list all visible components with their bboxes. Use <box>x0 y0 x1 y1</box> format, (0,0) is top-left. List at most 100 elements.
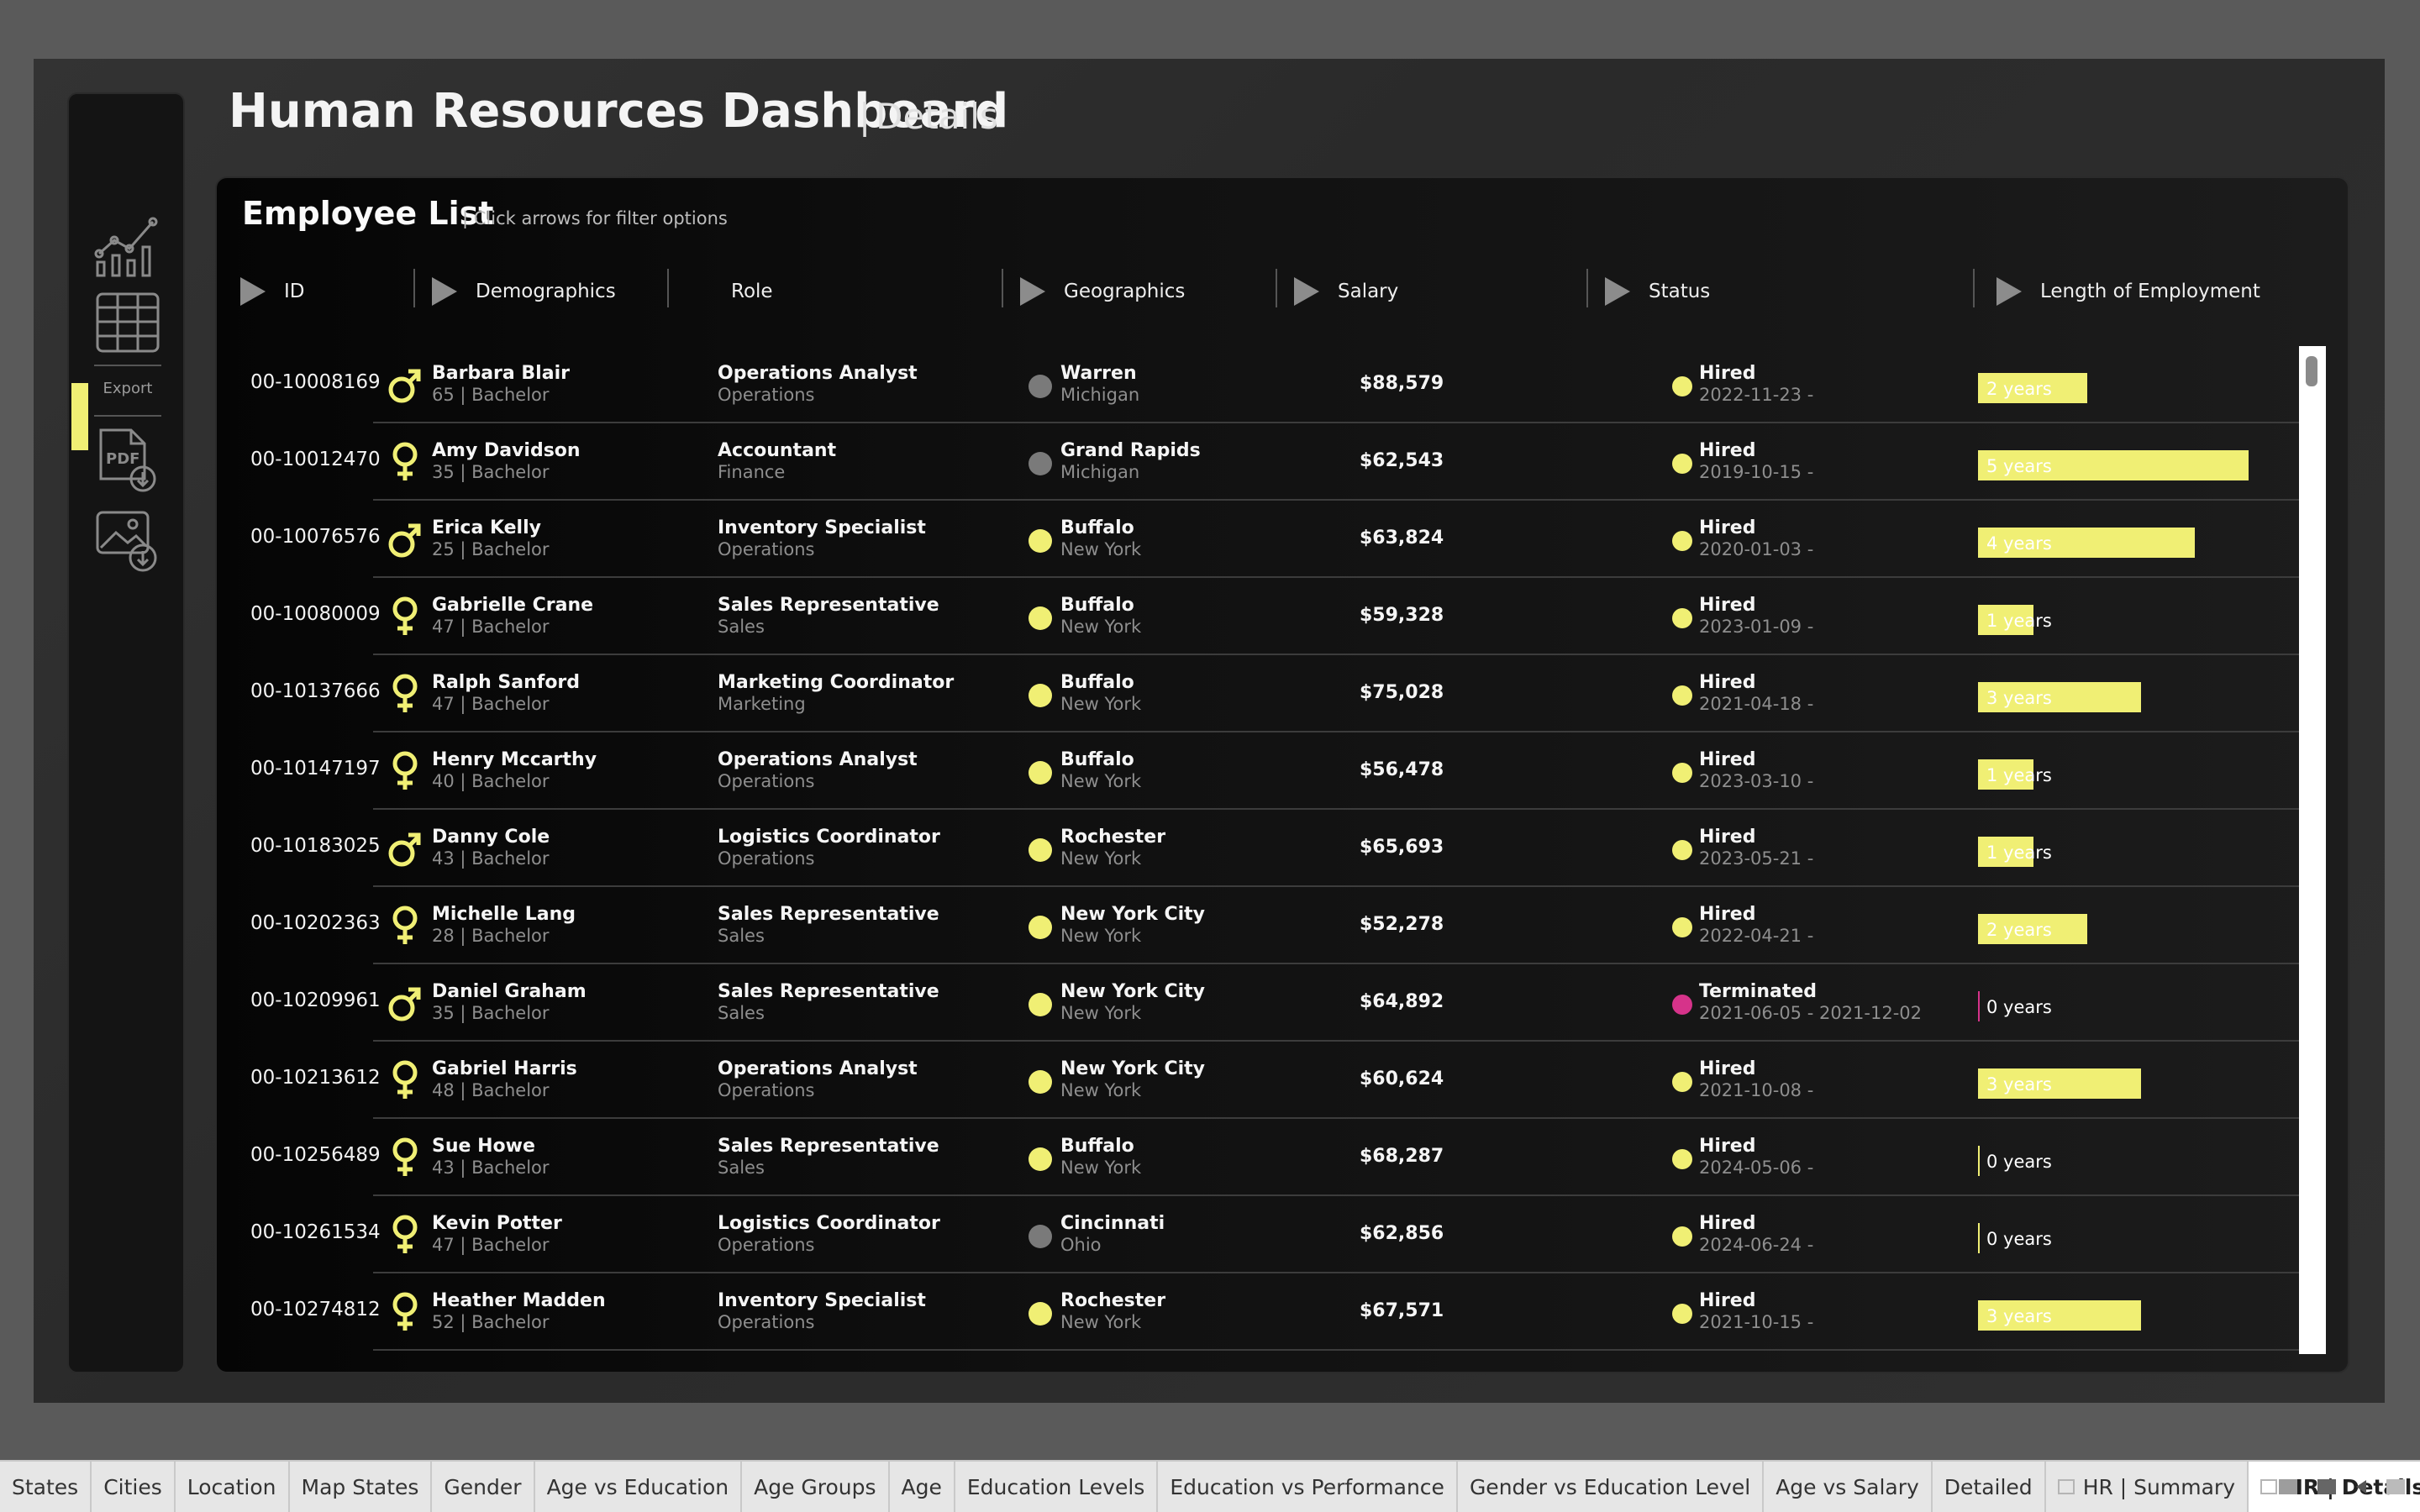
table-row[interactable]: 00-10076576 Erica Kelly 25 | Bachelor Inven… <box>217 501 2301 578</box>
employment-length-bar: 2 years <box>1978 373 2087 403</box>
filter-arrow-icon[interactable] <box>1294 277 1319 306</box>
employment-length-label: 2 years <box>1986 379 2052 399</box>
status-dot <box>1672 1149 1692 1169</box>
scroll-tabs-left-icon[interactable] <box>2356 1480 2366 1494</box>
scrollbar-track[interactable] <box>2299 346 2326 1354</box>
line-chart-icon[interactable] <box>94 210 161 277</box>
location-dot <box>1028 1225 1052 1248</box>
employee-department: Sales <box>718 926 765 946</box>
location-dot <box>1028 993 1052 1016</box>
role-cell: Inventory Specialist Operations <box>718 517 926 559</box>
employee-department: Finance <box>718 462 786 482</box>
sheet-tab[interactable]: Gender vs Education Level <box>1458 1462 1765 1512</box>
demographics-cell: Ralph Sanford 47 | Bachelor <box>432 672 580 714</box>
sheet-tab[interactable]: Detailed <box>1933 1462 2046 1512</box>
employee-salary: $75,028 <box>1360 682 1444 703</box>
single-view-icon[interactable] <box>2317 1479 2336 1494</box>
table-row[interactable]: 00-10274812 Heather Madden 52 | Bachelor In… <box>217 1273 2301 1351</box>
sheet-tab[interactable]: Education vs Performance <box>1158 1462 1458 1512</box>
sheet-tab-label: Gender vs Education Level <box>1469 1474 1751 1499</box>
employee-city: Buffalo <box>1060 595 1134 616</box>
table-row[interactable]: 00-10080009 Gabrielle Crane 47 | Bachelor S… <box>217 578 2301 655</box>
filter-arrow-icon[interactable] <box>1996 277 2022 306</box>
column-header-demographics[interactable]: Demographics <box>432 270 616 312</box>
employee-id: 00-10261534 <box>250 1221 381 1243</box>
image-export-icon[interactable] <box>94 507 161 575</box>
employee-state: Ohio <box>1060 1235 1102 1255</box>
employment-dates: 2023-01-09 - <box>1699 617 1814 637</box>
table-row[interactable]: 00-10137666 Ralph Sanford 47 | Bachelor Mar… <box>217 655 2301 732</box>
employee-department: Sales <box>718 1158 765 1178</box>
employment-dates: 2021-06-05 - 2021-12-02 <box>1699 1003 1923 1023</box>
scrollbar-thumb[interactable] <box>2306 356 2317 386</box>
column-header-id[interactable]: ID <box>240 270 305 312</box>
table-row[interactable]: 00-10008169 Barbara Blair 65 | Bachelor Ope… <box>217 346 2301 423</box>
geographics-cell: Cincinnati Ohio <box>1060 1213 1165 1255</box>
table-row[interactable]: 00-10256489 Sue Howe 43 | Bachelor Sales Re… <box>217 1119 2301 1196</box>
column-header-status[interactable]: Status <box>1605 270 1710 312</box>
geographics-cell: New York City New York <box>1060 981 1205 1023</box>
column-header-length[interactable]: Length of Employment <box>1996 270 2260 312</box>
status-dot <box>1672 608 1692 628</box>
role-cell: Operations Analyst Operations <box>718 749 918 791</box>
employee-id: 00-10076576 <box>250 526 381 548</box>
role-cell: Inventory Specialist Operations <box>718 1290 926 1332</box>
employment-length-label: 0 years <box>1986 997 2052 1017</box>
sheet-tab[interactable]: Age Groups <box>742 1462 890 1512</box>
sheet-tab[interactable]: Cities <box>92 1462 176 1512</box>
female-symbol-icon <box>387 595 424 638</box>
panel-title: Employee List <box>242 195 494 232</box>
table-row[interactable]: 00-10209961 Daniel Graham 35 | Bachelor Sal… <box>217 964 2301 1042</box>
sheet-tab[interactable]: States <box>0 1462 92 1512</box>
table-row[interactable]: 00-10147197 Henry Mccarthy 40 | Bachelor Op… <box>217 732 2301 810</box>
grid-view-icon[interactable] <box>2279 1479 2297 1494</box>
presentation-icon[interactable] <box>2386 1479 2405 1494</box>
employee-status: Hired <box>1699 1136 1756 1157</box>
pdf-export-icon[interactable]: PDF <box>94 427 161 494</box>
table-row[interactable]: 00-10213612 Gabriel Harris 48 | Bachelor Op… <box>217 1042 2301 1119</box>
sheet-tab[interactable]: Location <box>176 1462 290 1512</box>
employee-state: Michigan <box>1060 462 1140 482</box>
subtitle-text: Details <box>876 96 998 137</box>
column-header-geographics[interactable]: Geographics <box>1020 270 1185 312</box>
employee-list-panel: Employee List | Click arrows for filter … <box>215 176 2349 1373</box>
employee-name: Michelle Lang <box>432 904 576 925</box>
filter-arrow-icon[interactable] <box>240 277 266 306</box>
employment-dates: 2022-04-21 - <box>1699 926 1814 946</box>
column-header-salary[interactable]: Salary <box>1294 270 1398 312</box>
female-symbol-icon <box>387 904 424 948</box>
sheet-tab[interactable]: Education Levels <box>955 1462 1159 1512</box>
sheet-tab[interactable]: HR | Summary <box>2046 1462 2249 1512</box>
status-dot <box>1672 685 1692 706</box>
filter-arrow-icon[interactable] <box>432 277 457 306</box>
employee-age-education: 40 | Bachelor <box>432 771 550 791</box>
employee-department: Operations <box>718 848 815 869</box>
role-cell: Sales Representative Sales <box>718 981 939 1023</box>
sheet-tab-label: Detailed <box>1944 1474 2033 1499</box>
table-row[interactable]: 00-10261534 Kevin Potter 47 | Bachelor Logi… <box>217 1196 2301 1273</box>
status-dot <box>1672 1226 1692 1247</box>
sheet-tab[interactable]: Age vs Education <box>535 1462 743 1512</box>
status-cell: Hired 2021-04-18 - <box>1699 672 1813 714</box>
employee-city: Buffalo <box>1060 672 1134 693</box>
employee-status: Hired <box>1699 440 1756 461</box>
sheet-tab[interactable]: Age <box>890 1462 955 1512</box>
table-row[interactable]: 00-10183025 Danny Cole 43 | Bachelor Logist… <box>217 810 2301 887</box>
sheet-tab-label: Age <box>901 1474 942 1499</box>
table-row[interactable]: 00-10202363 Michelle Lang 28 | Bachelor Sal… <box>217 887 2301 964</box>
filter-arrow-icon[interactable] <box>1020 277 1045 306</box>
sheet-tab[interactable]: Age vs Salary <box>1764 1462 1933 1512</box>
role-cell: Sales Representative Sales <box>718 904 939 946</box>
location-dot <box>1028 1147 1052 1171</box>
employee-role: Logistics Coordinator <box>718 827 940 848</box>
employee-salary: $62,856 <box>1360 1223 1444 1244</box>
sheet-tab[interactable]: Map States <box>290 1462 433 1512</box>
sheet-tab[interactable]: Gender <box>432 1462 535 1512</box>
table-row[interactable]: 00-10012470 Amy Davidson 35 | Bachelor Acco… <box>217 423 2301 501</box>
filter-arrow-icon[interactable] <box>1605 277 1630 306</box>
employee-city: New York City <box>1060 981 1206 1002</box>
geographics-cell: Buffalo New York <box>1060 595 1141 637</box>
female-symbol-icon <box>387 440 424 484</box>
status-dot <box>1672 840 1692 860</box>
table-icon[interactable] <box>94 289 161 356</box>
